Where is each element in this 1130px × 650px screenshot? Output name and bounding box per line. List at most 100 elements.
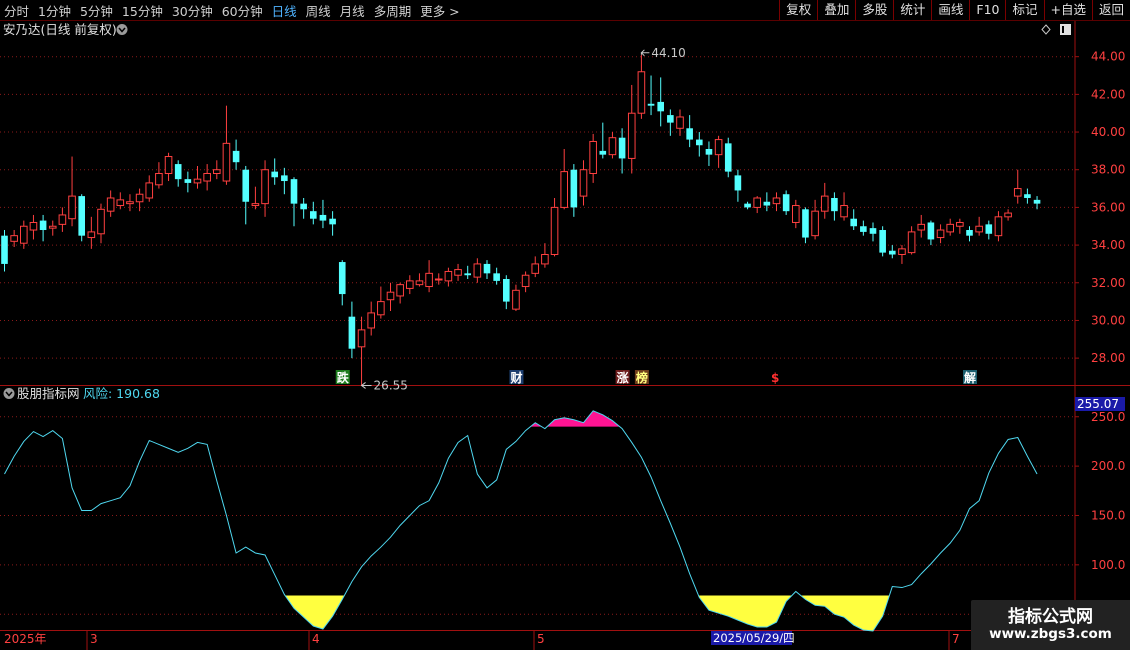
candle[interactable] <box>637 54 646 119</box>
candle[interactable] <box>251 186 260 210</box>
candle[interactable] <box>78 194 85 242</box>
candle[interactable] <box>686 115 693 148</box>
candle[interactable] <box>927 220 935 246</box>
candle[interactable] <box>676 109 684 136</box>
toolbar-button-3[interactable]: 统计 <box>893 0 931 20</box>
candle[interactable] <box>193 165 202 189</box>
toolbar-button-4[interactable]: 画线 <box>931 0 969 20</box>
candle[interactable] <box>338 260 346 306</box>
candle[interactable] <box>618 128 626 174</box>
period-tab-4[interactable]: 30分钟 <box>172 1 213 20</box>
candle[interactable] <box>357 316 366 386</box>
candle[interactable] <box>560 149 569 210</box>
candle[interactable] <box>627 84 636 174</box>
candle[interactable] <box>145 175 154 202</box>
toolbar-button-0[interactable]: 复权 <box>779 0 817 20</box>
candle[interactable] <box>367 301 375 336</box>
diamond-icon[interactable] <box>1041 24 1051 35</box>
candle[interactable] <box>608 132 617 159</box>
candle[interactable] <box>1013 169 1022 204</box>
candle[interactable] <box>975 216 983 236</box>
candle[interactable] <box>483 260 491 279</box>
candle[interactable] <box>512 284 520 312</box>
candle[interactable] <box>116 192 125 210</box>
period-tab-2[interactable]: 5分钟 <box>80 1 113 20</box>
candle[interactable] <box>319 199 327 229</box>
chart-area[interactable]: 44.00 42.00 40.00 38.00 36.00 34.00 32.00 30.00… <box>0 21 1130 650</box>
candle[interactable] <box>329 211 336 236</box>
candle[interactable] <box>820 182 829 219</box>
candle[interactable] <box>184 171 192 193</box>
candle[interactable] <box>985 220 993 240</box>
candle[interactable] <box>213 160 221 180</box>
panel-toggle-icon[interactable] <box>1060 24 1071 35</box>
candle[interactable] <box>831 192 838 221</box>
candle[interactable] <box>58 207 67 232</box>
candle[interactable] <box>48 220 57 236</box>
candle[interactable] <box>126 194 134 212</box>
candle[interactable] <box>850 209 857 231</box>
candle[interactable] <box>10 230 18 247</box>
candle[interactable] <box>907 226 916 255</box>
candle[interactable] <box>425 260 433 293</box>
title-menu-icon[interactable] <box>116 24 128 35</box>
candle[interactable] <box>724 137 732 178</box>
toolbar-button-7[interactable]: +自选 <box>1043 0 1092 20</box>
candle[interactable] <box>531 256 540 278</box>
candle[interactable] <box>802 207 809 244</box>
period-tab-9[interactable]: 多周期 <box>374 1 412 20</box>
candle[interactable] <box>261 160 269 217</box>
period-tab-1[interactable]: 1分钟 <box>38 1 71 20</box>
candle[interactable] <box>68 156 76 227</box>
candle[interactable] <box>290 177 298 227</box>
period-tab-7[interactable]: 周线 <box>306 1 331 20</box>
candle[interactable] <box>174 160 182 187</box>
candle[interactable] <box>222 105 231 185</box>
indicator-menu-icon[interactable] <box>3 388 15 399</box>
candle[interactable] <box>473 258 482 283</box>
candle[interactable] <box>966 226 973 242</box>
candle[interactable] <box>232 139 240 170</box>
candle[interactable] <box>860 220 867 236</box>
period-tab-3[interactable]: 15分钟 <box>122 1 163 20</box>
toolbar-button-2[interactable]: 多股 <box>855 0 893 20</box>
candle[interactable] <box>271 158 278 185</box>
candle[interactable] <box>348 301 356 359</box>
candle[interactable] <box>917 214 926 238</box>
candle[interactable] <box>29 214 38 240</box>
candle[interactable] <box>956 218 964 234</box>
candle[interactable] <box>310 201 317 225</box>
candle[interactable] <box>840 192 848 221</box>
candle[interactable] <box>135 188 144 212</box>
period-tab-5[interactable]: 60分钟 <box>222 1 263 20</box>
candle[interactable] <box>734 169 742 202</box>
candle[interactable] <box>39 214 47 242</box>
candle[interactable] <box>599 122 607 159</box>
candle[interactable] <box>242 165 250 225</box>
candle[interactable] <box>744 201 751 210</box>
candle[interactable] <box>589 133 597 183</box>
toolbar-button-5[interactable]: F10 <box>969 0 1005 20</box>
toolbar-button-1[interactable]: 叠加 <box>817 0 855 20</box>
candle[interactable] <box>281 167 288 195</box>
period-tab-8[interactable]: 月线 <box>340 1 365 20</box>
candle[interactable] <box>1004 209 1012 221</box>
candle[interactable] <box>1033 196 1041 210</box>
toolbar-button-8[interactable]: 返回 <box>1091 0 1130 20</box>
candle[interactable] <box>1024 188 1031 204</box>
candle[interactable] <box>164 152 173 182</box>
candle[interactable] <box>1 230 8 272</box>
candle[interactable] <box>889 245 896 259</box>
candle[interactable] <box>155 162 163 189</box>
candle[interactable] <box>705 141 713 166</box>
candle[interactable] <box>97 203 105 244</box>
candle[interactable] <box>550 197 559 257</box>
candle[interactable] <box>763 192 771 212</box>
candle[interactable] <box>396 282 404 304</box>
candle[interactable] <box>772 192 781 212</box>
candle[interactable] <box>879 226 886 257</box>
candle[interactable] <box>714 135 723 168</box>
candle[interactable] <box>946 218 955 236</box>
candle[interactable] <box>106 190 115 217</box>
candle[interactable] <box>696 132 703 157</box>
